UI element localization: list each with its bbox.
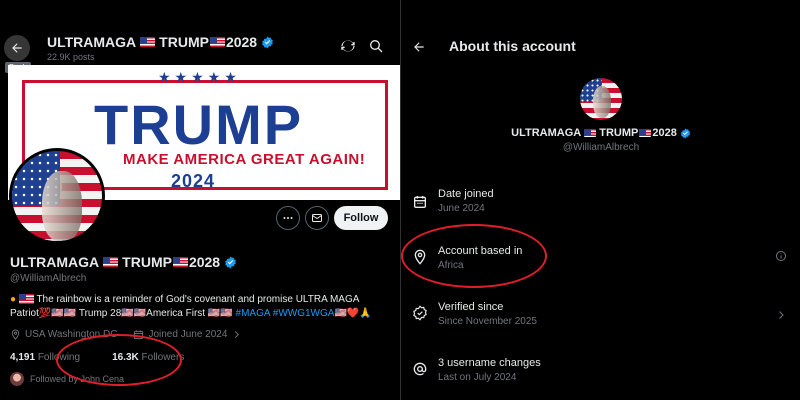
info-row-verified-since[interactable]: Verified since Since November 2025	[401, 301, 800, 341]
verified-badge-icon	[680, 127, 690, 139]
us-flag-icon	[584, 129, 597, 137]
banner-year: 2024	[171, 171, 216, 191]
account-name-year: 2028	[652, 127, 677, 139]
account-name: ULTRAMAGA TRUMP 2028	[401, 127, 800, 139]
page-title: About this account	[449, 38, 576, 54]
info-label: Verified since	[438, 301, 504, 313]
us-flag-icon	[639, 129, 652, 137]
posts-count: 22.9K posts	[47, 52, 95, 62]
profile-header: Back ULTRAMAGA TRUMP 2028 22.9K posts	[0, 0, 400, 73]
verified-badge-icon	[262, 36, 273, 48]
profile-handle: @WilliamAlbrech	[10, 273, 87, 284]
info-value: Last on July 2024	[438, 372, 517, 383]
account-avatar	[580, 78, 622, 120]
arrow-left-icon	[12, 43, 22, 53]
info-circle-icon	[776, 251, 786, 261]
mail-icon	[312, 214, 322, 222]
info-row-date-joined: Date joined June 2024	[401, 188, 800, 228]
follow-button[interactable]: Follow	[334, 206, 388, 230]
display-name-suffix: TRUMP	[122, 254, 172, 270]
about-account-panel: About this account ULTRAMAGA TRUMP 2028 …	[400, 0, 800, 400]
bio-text-2: Patriot💯🇺🇸🇺🇸 Trump 28🇺🇸🇺🇸America First 🇺…	[10, 308, 233, 319]
info-row-username-changes: 3 username changes Last on July 2024	[401, 357, 800, 397]
back-button[interactable]	[4, 35, 30, 61]
display-name: ULTRAMAGA TRUMP 2028	[10, 254, 237, 270]
following-count: 4,191	[10, 352, 36, 363]
more-horizontal-icon	[283, 217, 293, 219]
profile-avatar[interactable]	[9, 148, 105, 244]
search-button[interactable]	[368, 38, 384, 54]
banner-word: TRUMP	[94, 93, 304, 156]
header-title: ULTRAMAGA TRUMP 2028	[47, 34, 274, 50]
bio-text-2-end: 🇺🇸❤️🙏	[334, 308, 372, 319]
rainbow-emoji-icon: ●	[10, 294, 17, 305]
info-value: Since November 2025	[438, 316, 537, 327]
chevron-right-icon	[775, 308, 787, 320]
at-sign-icon	[412, 361, 428, 377]
joined-text: Joined June 2024	[148, 329, 228, 340]
search-icon	[370, 40, 383, 53]
profile-panel: Back ULTRAMAGA TRUMP 2028 22.9K posts ★★…	[0, 0, 400, 400]
display-name-year: 2028	[188, 254, 221, 270]
us-flag-icon	[140, 37, 156, 47]
account-handle: @WilliamAlbrech	[562, 142, 640, 153]
follower-avatar	[10, 372, 24, 386]
us-flag-icon	[209, 37, 225, 47]
refresh-icon	[341, 40, 355, 52]
verified-check-icon	[412, 305, 428, 321]
bio-text-1: The rainbow is a reminder of God's coven…	[36, 294, 360, 305]
us-flag-icon	[18, 294, 34, 305]
message-button[interactable]	[305, 206, 329, 230]
hashtag-link[interactable]: #MAGA	[236, 308, 270, 319]
annotation-circle	[56, 334, 182, 386]
verified-badge-icon	[225, 256, 236, 268]
banner-stars: ★★★★★	[158, 69, 241, 85]
bio-line-2: Patriot💯🇺🇸🇺🇸 Trump 28🇺🇸🇺🇸America First 🇺…	[10, 307, 390, 321]
refresh-button[interactable]	[340, 38, 356, 54]
header-name-year: 2028	[225, 34, 258, 50]
banner-slogan: MAKE AMERICA GREAT AGAIN!	[123, 151, 366, 168]
account-name-suffix: TRUMP	[599, 127, 639, 139]
info-label: 3 username changes	[438, 357, 541, 369]
annotation-circle	[401, 224, 547, 288]
location-pin-icon	[11, 329, 20, 340]
info-button[interactable]	[775, 249, 787, 261]
info-value: June 2024	[438, 203, 485, 214]
header-name-suffix: TRUMP	[159, 34, 209, 50]
calendar-icon	[412, 194, 428, 210]
display-name-text: ULTRAMAGA	[10, 254, 100, 270]
bio-line-1: ● The rainbow is a reminder of God's cov…	[10, 293, 390, 307]
profile-bio: ● The rainbow is a reminder of God's cov…	[10, 293, 390, 321]
chevron-right-icon[interactable]	[231, 329, 242, 340]
header-name: ULTRAMAGA	[47, 34, 137, 50]
more-options-button[interactable]	[276, 206, 300, 230]
back-button[interactable]	[412, 40, 426, 54]
hashtag-link[interactable]: #WWG1WGA	[273, 308, 335, 319]
info-label: Date joined	[438, 188, 494, 200]
us-flag-icon	[103, 257, 119, 267]
account-name-text: ULTRAMAGA	[511, 127, 582, 139]
us-flag-icon	[172, 257, 188, 267]
arrow-left-icon	[414, 42, 424, 52]
